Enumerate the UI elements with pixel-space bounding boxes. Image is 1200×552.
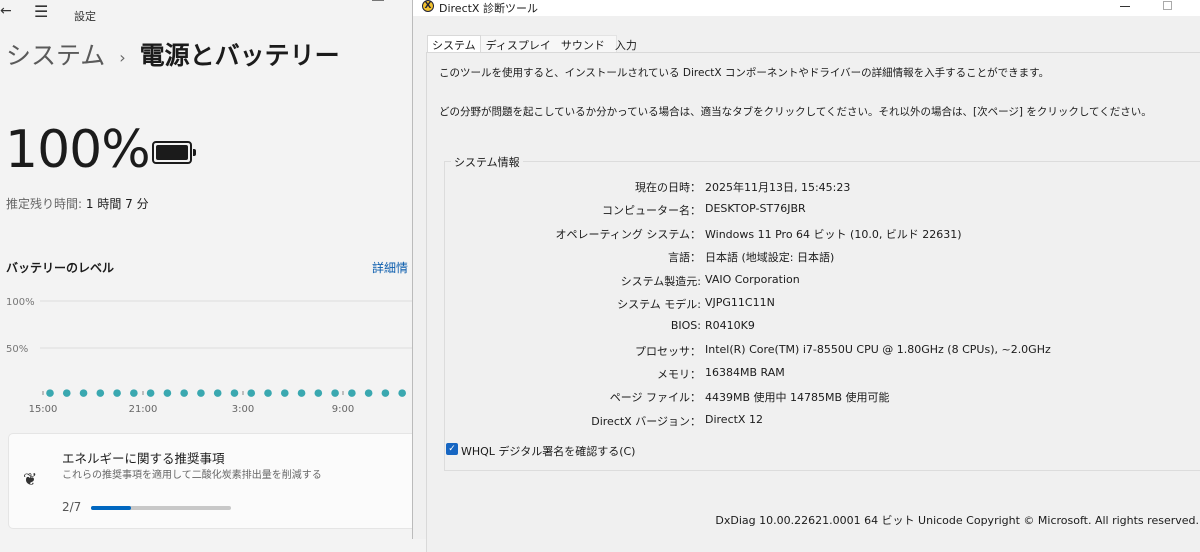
x-tick-label: 9:00 [332, 404, 354, 415]
whql-checkbox-label[interactable]: WHQL デジタル署名を確認する(C) [461, 443, 635, 459]
breadcrumb-parent[interactable]: システム [6, 41, 105, 70]
title-bar: X DirectX 診断ツール [413, 0, 1200, 16]
progress-bar [91, 506, 231, 510]
info-value: VJPG11C11N [705, 296, 775, 309]
settings-window: ← ☰ 設定 システム › 電源とバッテリー 100% 推定残り時間: 1 時間 7… [0, 0, 412, 539]
info-label: メモリ： [657, 368, 701, 381]
info-label: BIOS: [670, 319, 701, 332]
info-value: DirectX 12 [705, 413, 763, 426]
y-tick-label: 100% [6, 297, 35, 308]
info-label: 現在の日時： [635, 181, 701, 194]
maximize-icon[interactable] [1163, 1, 1172, 10]
battery-level-chart: 100% 50% 15:00 21:00 3:00 9:00 [6, 297, 412, 415]
data-point [264, 389, 272, 397]
footer-version: DxDiag 10.00.22621.0001 64 ビット Unicode C… [715, 514, 1199, 527]
info-label: オペレーティング システム： [555, 228, 701, 241]
leaf-icon: ❦ [23, 470, 38, 490]
info-label: システム製造元: [620, 275, 701, 288]
x-tick-label: 21:00 [129, 404, 158, 415]
intro-text-2: どの分野が問題を起こしているか分かっている場合は、適当なタブをクリックしてくださ… [439, 106, 1152, 118]
chevron-right-icon: › [119, 47, 126, 67]
data-point [46, 389, 54, 397]
info-value: VAIO Corporation [705, 273, 800, 286]
system-info-title: システム情報 [451, 154, 523, 170]
recommendation-title: エネルギーに関する推奨事項 [62, 451, 225, 466]
x-tick-label: 3:00 [232, 404, 254, 415]
directx-logo-icon: X [422, 0, 434, 12]
x-tick-label: 15:00 [29, 404, 58, 415]
data-point [314, 389, 323, 397]
data-point [113, 389, 121, 397]
remaining-value: 1 時間 7 分 [85, 197, 149, 211]
info-label: 言語： [668, 251, 701, 264]
battery-percent: 100% [5, 120, 151, 180]
back-arrow-icon[interactable]: ← [0, 3, 12, 19]
tab-2[interactable]: サウンド [556, 35, 610, 53]
battery-icon [152, 141, 196, 164]
progress-text: 2/7 [62, 500, 82, 514]
data-point [398, 389, 406, 397]
info-value: 4439MB 使用中 14785MB 使用可能 [705, 391, 890, 404]
tab-1[interactable]: ディスプレイ [481, 35, 556, 53]
data-point [381, 389, 390, 397]
info-value: 16384MB RAM [705, 366, 785, 379]
data-point [146, 389, 155, 397]
battery-level-heading: バッテリーのレベル [6, 261, 115, 275]
data-point [180, 389, 188, 397]
data-point [130, 389, 138, 397]
info-label: コンピューター名： [602, 204, 701, 217]
info-label: システム モデル: [617, 298, 701, 311]
checkbox-checked-icon[interactable]: ✓ [446, 443, 458, 455]
data-point [213, 389, 222, 397]
tab-3[interactable]: 入力 [610, 35, 642, 53]
tab-0[interactable]: システム [427, 35, 481, 53]
y-tick-label: 50% [6, 344, 28, 355]
hamburger-menu-icon[interactable]: ☰ [34, 2, 48, 21]
info-label: DirectX バージョン： [591, 415, 701, 428]
data-point [197, 389, 205, 397]
data-point [247, 389, 256, 397]
info-value: DESKTOP-ST76JBR [705, 202, 806, 215]
tab-strip: システム ディスプレイ サウンド 入力 [427, 35, 642, 53]
info-value: R0410K9 [705, 319, 755, 332]
recommendation-subtitle: これらの推奨事項を適用して二酸化炭素排出量を削減する [62, 470, 322, 481]
energy-recommendation-card[interactable]: ❦ エネルギーに関する推奨事項 これらの推奨事項を適用して二酸化炭素排出量を削減… [8, 433, 412, 529]
data-point [230, 389, 239, 397]
data-point [331, 389, 339, 397]
data-point [364, 389, 373, 397]
data-point [348, 389, 356, 397]
data-point [62, 389, 71, 397]
minimize-icon[interactable] [372, 0, 384, 1]
data-point [297, 389, 306, 397]
intro-text-1: このツールを使用すると、インストールされている DirectX コンポーネントや… [439, 67, 1050, 79]
detail-link[interactable]: 詳細情 [372, 259, 408, 276]
app-title: 設定 [74, 10, 96, 23]
info-label: ページ ファイル： [609, 391, 701, 404]
page-title: 電源とバッテリー [139, 41, 340, 70]
data-point [163, 389, 172, 397]
info-value: 日本語 (地域設定: 日本語) [705, 251, 835, 264]
info-value: Intel(R) Core(TM) i7-8550U CPU @ 1.80GHz… [705, 343, 1051, 356]
data-point [96, 389, 105, 397]
dxdiag-window: X DirectX 診断ツール システム ディスプレイ サウンド 入力 このツールを使… [412, 0, 1200, 552]
minimize-icon[interactable] [1120, 6, 1130, 7]
info-value: 2025年11月13日, 15:45:23 [705, 181, 851, 194]
data-point [280, 389, 289, 397]
data-point [79, 389, 88, 397]
window-title: DirectX 診断ツール [439, 2, 538, 15]
info-value: Windows 11 Pro 64 ビット (10.0, ビルド 22631) [705, 228, 962, 241]
info-label: プロセッサ： [635, 345, 701, 358]
remaining-label: 推定残り時間: [6, 197, 83, 211]
remaining-time: 推定残り時間: 1 時間 7 分 [6, 195, 149, 212]
system-info-group [444, 161, 1200, 471]
breadcrumb: システム › 電源とバッテリー [6, 36, 340, 72]
